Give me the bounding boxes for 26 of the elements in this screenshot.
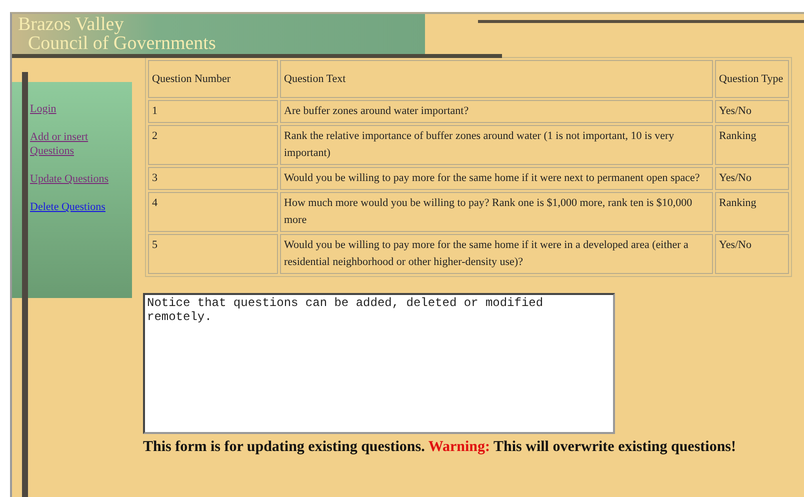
- table-cell: Ranking: [715, 192, 789, 232]
- text-area[interactable]: Notice that questions can be added, deleted or modified remotely.: [143, 293, 615, 434]
- table-cell: Yes/No: [715, 100, 789, 123]
- table-cell: Yes/No: [715, 167, 789, 190]
- table-cell: 1: [148, 100, 278, 123]
- nav-link[interactable]: Delete Questions: [30, 200, 132, 214]
- column-header: Question Number: [148, 60, 278, 98]
- table-cell: 4: [148, 192, 278, 232]
- table-cell: 3: [148, 167, 278, 190]
- column-header: Question Text: [280, 60, 713, 98]
- nav-link[interactable]: Update Questions: [30, 172, 132, 186]
- table-cell: Yes/No: [715, 234, 789, 274]
- table-cell: How much more would you be willing to pay? Rank one is $1,000 more, rank ten is $10,000 more: [280, 192, 713, 232]
- table-cell: Ranking: [715, 125, 789, 165]
- column-header: Question Type: [715, 60, 789, 98]
- nav-link[interactable]: Login: [30, 102, 132, 116]
- table-cell: 2: [148, 125, 278, 165]
- table-cell: Would you be willing to pay more for the same home if it were next to permanent open space?: [280, 167, 713, 190]
- warning-note: This form is for updating existing questions. Warning: This will overwrite existing questions!: [143, 438, 738, 456]
- table-cell: Are buffer zones around water important?: [280, 100, 713, 123]
- logo-title: Brazos Valley: [18, 15, 124, 34]
- logo-subtitle: Council of Governments: [28, 34, 216, 53]
- nav-link[interactable]: Add or insert Questions: [30, 130, 132, 158]
- table-cell: 5: [148, 234, 278, 274]
- table-cell: Rank the relative importance of buffer zones around water (1 is not important, 10 is very important): [280, 125, 713, 165]
- table-cell: Would you be willing to pay more for the same home if it were in a developed area (either a residential neighborhood or other higher-density use)?: [280, 234, 713, 274]
